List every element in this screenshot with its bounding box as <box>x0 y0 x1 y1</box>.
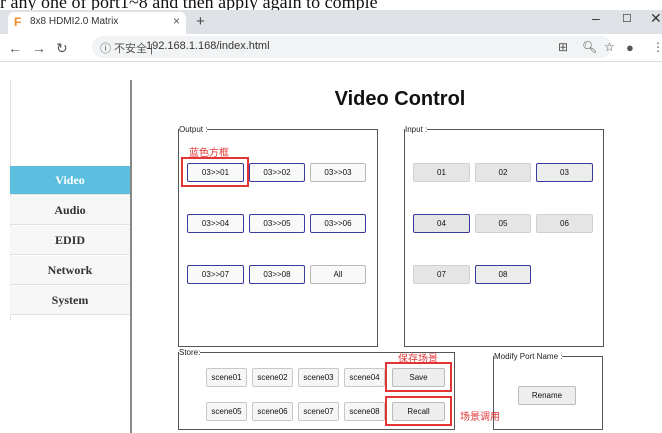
annotation-box-recall <box>385 396 452 426</box>
zoom-icon[interactable]: 🔍︎ <box>582 40 597 54</box>
scene-button-03[interactable]: scene03 <box>298 368 339 387</box>
sidebar-item-audio[interactable]: Audio <box>10 196 130 225</box>
sidebar-item-video[interactable]: Video <box>10 166 130 195</box>
scene-button-06[interactable]: scene06 <box>252 402 293 421</box>
store-legend: Store: <box>179 348 201 357</box>
output-button-04[interactable]: 03>>04 <box>187 214 244 233</box>
annotation-box-save <box>385 362 452 392</box>
sidebar-item-edid[interactable]: EDID <box>10 226 130 255</box>
rename-button[interactable]: Rename <box>518 386 576 405</box>
back-icon[interactable]: ← <box>8 40 22 56</box>
scene-button-01[interactable]: scene01 <box>206 368 247 387</box>
input-button-06[interactable]: 06 <box>536 214 593 233</box>
scene-button-08[interactable]: scene08 <box>344 402 385 421</box>
output-button-06[interactable]: 03>>06 <box>310 214 366 233</box>
modify-port-name-legend: Modify Port Name : <box>494 352 563 361</box>
output-button-03[interactable]: 03>>03 <box>310 163 366 182</box>
profile-icon[interactable]: ● <box>626 40 634 55</box>
input-button-04[interactable]: 04 <box>413 214 470 233</box>
scene-button-05[interactable]: scene05 <box>206 402 247 421</box>
input-button-01[interactable]: 01 <box>413 163 470 182</box>
annotation-save-label: 保存场景 <box>398 354 438 365</box>
input-button-03[interactable]: 03 <box>536 163 593 182</box>
input-button-02[interactable]: 02 <box>475 163 531 182</box>
output-button-05[interactable]: 03>>05 <box>249 214 305 233</box>
input-button-08[interactable]: 08 <box>475 265 531 284</box>
output-legend: Output : <box>179 125 208 134</box>
input-group: Input : <box>404 125 604 347</box>
scene-button-04[interactable]: scene04 <box>344 368 385 387</box>
minimize-icon[interactable]: – <box>592 10 600 26</box>
sidebar-item-network[interactable]: Network <box>10 256 130 285</box>
bookmark-star-icon[interactable]: ☆ <box>604 40 615 54</box>
maximize-icon[interactable]: ☐ <box>622 12 632 25</box>
output-button-02[interactable]: 03>>02 <box>249 163 305 182</box>
annotation-blue-box-label: 蓝色方框 <box>189 148 229 159</box>
output-button-07[interactable]: 03>>07 <box>187 265 244 284</box>
scene-button-07[interactable]: scene07 <box>298 402 339 421</box>
forward-icon[interactable]: → <box>32 40 46 56</box>
output-button-all[interactable]: All <box>310 265 366 284</box>
sidebar-item-system[interactable]: System <box>10 286 130 315</box>
tab-close-icon[interactable]: × <box>173 14 180 28</box>
reload-icon[interactable]: ↻ <box>56 40 68 57</box>
input-button-05[interactable]: 05 <box>475 214 531 233</box>
annotation-recall-label: 场景调用 <box>460 412 500 423</box>
menu-icon[interactable]: ⋮ <box>652 40 662 54</box>
annotation-box-output <box>181 157 249 187</box>
tab-title: 8x8 HDMI2.0 Matrix <box>30 16 119 27</box>
sidebar-divider <box>130 80 132 433</box>
output-button-08[interactable]: 03>>08 <box>249 265 305 284</box>
input-button-07[interactable]: 07 <box>413 265 470 284</box>
scene-button-02[interactable]: scene02 <box>252 368 293 387</box>
translate-icon[interactable]: ⊞ <box>558 40 568 54</box>
url-text[interactable]: 192.168.1.168/index.html <box>146 40 270 52</box>
page-title: Video Control <box>334 88 466 110</box>
favicon-icon: F <box>14 15 22 29</box>
new-tab-icon[interactable]: + <box>196 13 205 30</box>
close-window-icon[interactable]: ✕ <box>650 10 662 27</box>
input-legend: Input : <box>405 125 428 134</box>
